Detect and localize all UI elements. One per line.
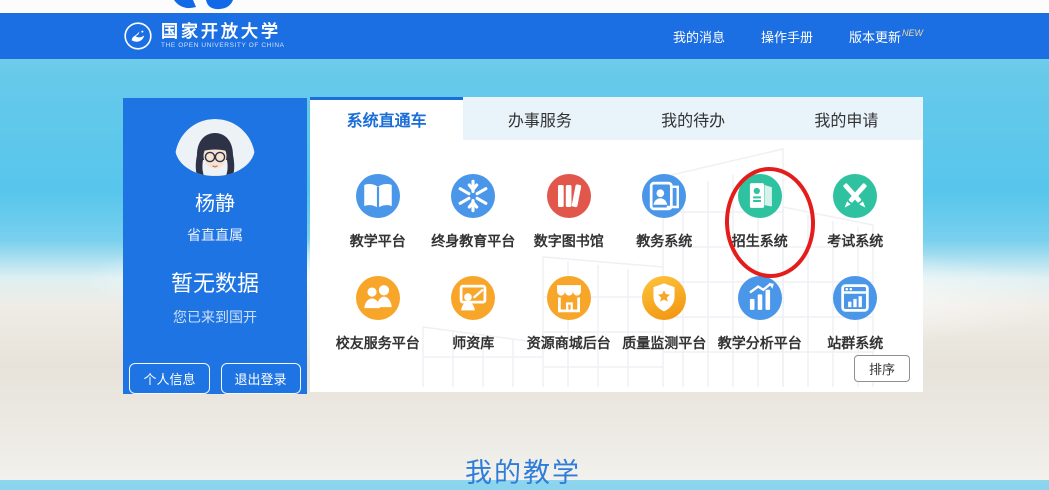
app-icon-circle — [356, 276, 400, 320]
shield-star-icon — [642, 276, 686, 320]
app-item-teaching-analytics[interactable]: 教学分析平台 — [712, 276, 808, 353]
app-item-digital-library[interactable]: 数字图书馆 — [521, 174, 617, 251]
app-icon-circle — [833, 276, 877, 320]
empty-data-title: 暂无数据 — [171, 266, 259, 298]
app-label: 教务系统 — [636, 231, 692, 251]
books-icon — [547, 174, 591, 218]
app-label: 教学分析平台 — [718, 333, 802, 353]
tab-services[interactable]: 办事服务 — [463, 97, 616, 140]
id-document-icon — [738, 174, 782, 218]
app-label: 教学平台 — [350, 231, 406, 251]
people-icon — [356, 276, 400, 320]
user-name: 杨静 — [195, 187, 235, 216]
app-label: 招生系统 — [732, 231, 788, 251]
app-icon-circle — [451, 276, 495, 320]
storefront-icon — [547, 276, 591, 320]
app-item-enrollment-system[interactable]: 招生系统 — [712, 174, 808, 251]
app-icon-circle — [642, 174, 686, 218]
app-item-resource-mall[interactable]: 资源商城后台 — [521, 276, 617, 353]
app-label: 数字图书馆 — [534, 231, 604, 251]
app-label: 校友服务平台 — [336, 333, 420, 353]
snowflake-arrows-icon — [451, 174, 495, 218]
app-label: 终身教育平台 — [431, 231, 515, 251]
app-item-alumni-service[interactable]: 校友服务平台 — [330, 276, 426, 353]
top-strip — [0, 0, 1049, 13]
app-item-exam-system[interactable]: 考试系统 — [808, 174, 904, 251]
tab-applications[interactable]: 我的申请 — [770, 97, 923, 140]
logo[interactable]: 国家开放大学 THE OPEN UNIVERSITY OF CHINA — [123, 21, 285, 51]
site-stats-icon — [833, 276, 877, 320]
app-item-quality-monitor[interactable]: 质量监测平台 — [617, 276, 713, 353]
header-nav: 我的消息 操作手册 版本更新NEW — [673, 27, 923, 46]
logo-title: 国家开放大学 — [161, 23, 285, 40]
logo-subtitle: THE OPEN UNIVERSITY OF CHINA — [161, 43, 285, 50]
app-item-teaching-platform[interactable]: 教学平台 — [330, 174, 426, 251]
bar-chart-arrow-icon — [738, 276, 782, 320]
empty-data-subtitle: 您已来到国开 — [173, 307, 257, 327]
services-panel: 系统直通车办事服务我的待办我的申请 教学平台 终身教育平台数字图书馆 教务系统 招生系… — [310, 97, 923, 392]
app-icon-circle — [738, 276, 782, 320]
app-icon-circle — [451, 174, 495, 218]
new-badge: NEW — [902, 28, 923, 38]
nav-item-version-update[interactable]: 版本更新NEW — [849, 27, 923, 46]
app-item-lifelong-education[interactable]: 终身教育平台 — [426, 174, 522, 251]
crossed-pencils-icon — [833, 174, 877, 218]
app-icon-circle — [547, 276, 591, 320]
cutoff-logo-fragment — [172, 0, 236, 13]
app-header: 国家开放大学 THE OPEN UNIVERSITY OF CHINA 我的消息… — [0, 13, 1049, 59]
logout-button[interactable]: 退出登录 — [221, 363, 301, 394]
app-label: 考试系统 — [827, 231, 883, 251]
teacher-board-icon — [451, 276, 495, 320]
open-book-icon — [356, 174, 400, 218]
nav-item-messages[interactable]: 我的消息 — [673, 27, 725, 46]
app-icon-circle — [833, 174, 877, 218]
tab-system-shortcuts[interactable]: 系统直通车 — [310, 97, 463, 140]
app-icon-circle — [356, 174, 400, 218]
female-avatar-illustration — [175, 119, 255, 176]
app-icon-circle — [738, 174, 782, 218]
sort-button[interactable]: 排序 — [854, 355, 910, 382]
section-title-my-teaching: 我的教学 — [123, 451, 923, 490]
app-icon-circle — [642, 276, 686, 320]
app-item-academic-affairs[interactable]: 教务系统 — [617, 174, 713, 251]
person-card-icon — [642, 174, 686, 218]
avatar[interactable] — [175, 119, 255, 176]
user-org: 省直直属 — [187, 225, 243, 245]
ouc-swan-logo-icon — [123, 21, 153, 51]
app-icon-circle — [547, 174, 591, 218]
profile-buttons: 个人信息退出登录 — [129, 363, 300, 394]
app-label: 师资库 — [452, 333, 494, 353]
profile-card: 杨静 省直直属 暂无数据 您已来到国开 个人信息退出登录 — [123, 98, 307, 394]
app-label: 资源商城后台 — [527, 333, 611, 353]
nav-item-manual[interactable]: 操作手册 — [761, 27, 813, 46]
apps-grid: 教学平台 终身教育平台数字图书馆 教务系统 招生系统 考试系统校友服务平台 师资库 资源商城… — [310, 140, 923, 353]
app-item-teacher-resource[interactable]: 师资库 — [426, 276, 522, 353]
app-label: 站群系统 — [827, 333, 883, 353]
tab-bar: 系统直通车办事服务我的待办我的申请 — [310, 97, 923, 140]
profile-info-button[interactable]: 个人信息 — [129, 363, 209, 394]
app-label: 质量监测平台 — [622, 333, 706, 353]
app-item-site-group[interactable]: 站群系统 — [808, 276, 904, 353]
tab-todo[interactable]: 我的待办 — [617, 97, 770, 140]
